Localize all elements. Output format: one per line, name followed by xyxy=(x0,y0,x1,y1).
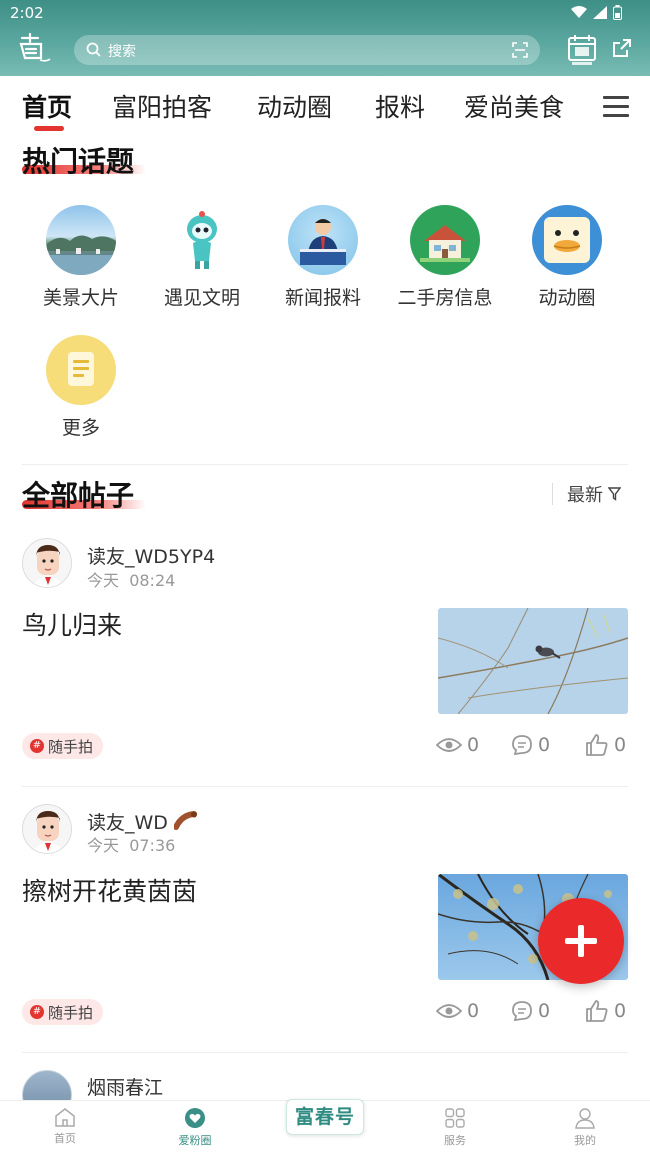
nav-home[interactable]: 首页 xyxy=(25,1107,105,1146)
heart-circle-icon xyxy=(185,1108,205,1128)
nav-home-label: 首页 xyxy=(54,1132,76,1145)
topic-item[interactable]: 新闻报料 xyxy=(263,205,383,310)
search-placeholder: 搜索 xyxy=(108,44,136,60)
topic-label: 美景大片 xyxy=(42,287,119,309)
create-post-button[interactable] xyxy=(538,898,624,984)
tab-fuyang-paike[interactable]: 富阳拍客 xyxy=(112,88,212,124)
nav-services[interactable]: 服务 xyxy=(415,1107,495,1148)
post-author[interactable]: 烟雨春江 xyxy=(87,1073,163,1100)
views-stat: 0 xyxy=(436,734,479,756)
active-tab-indicator xyxy=(34,126,64,131)
channel-tabs: 首页 富阳拍客 动动圈 报料 爱尚美食 xyxy=(0,82,650,132)
wifi-icon xyxy=(571,6,587,18)
news-reporter-icon xyxy=(288,205,358,275)
hot-topics-title: 热门话题 xyxy=(22,145,135,178)
battery-icon xyxy=(613,5,622,20)
hashtag-icon: # xyxy=(30,739,44,753)
post-tag-label: 随手拍 xyxy=(48,1003,94,1022)
all-posts-title: 全部帖子 xyxy=(22,479,135,512)
topic-label: 遇见文明 xyxy=(163,287,240,309)
likes-count: 0 xyxy=(614,734,627,756)
home-icon xyxy=(55,1108,75,1127)
nav-fans-circle[interactable]: 爱粉圈 xyxy=(155,1107,235,1148)
signal-icon xyxy=(593,6,607,19)
topic-label: 动动圈 xyxy=(538,287,596,309)
views-count: 0 xyxy=(467,1000,480,1022)
search-input[interactable]: 搜索 xyxy=(74,35,540,65)
topic-item[interactable]: 美景大片 xyxy=(21,205,141,310)
post-tag-label: 随手拍 xyxy=(48,737,94,756)
document-more-icon xyxy=(46,335,116,405)
post-time: 今天 07:36 xyxy=(87,836,176,855)
views-stat: 0 xyxy=(436,1000,479,1022)
house-icon xyxy=(410,205,480,275)
hashtag-icon: # xyxy=(30,1005,44,1019)
views-count: 0 xyxy=(467,734,480,756)
comments-stat[interactable]: 0 xyxy=(511,734,550,756)
landscape-photo-icon xyxy=(46,205,116,275)
post-image[interactable] xyxy=(438,608,628,714)
comments-count: 0 xyxy=(538,1000,551,1022)
post-time: 今天 08:24 xyxy=(87,571,176,590)
post-divider xyxy=(22,1052,628,1053)
menu-icon[interactable] xyxy=(603,96,629,118)
post-divider xyxy=(22,786,628,787)
nav-services-label: 服务 xyxy=(444,1134,466,1147)
topic-item[interactable]: 动动圈 xyxy=(507,205,627,310)
app-logo-icon[interactable] xyxy=(16,32,52,66)
post-tag[interactable]: # 随手拍 xyxy=(22,999,104,1025)
eye-icon xyxy=(436,738,462,752)
scan-icon[interactable] xyxy=(512,42,528,58)
post-title[interactable]: 擦树开花黄茵茵 xyxy=(22,872,197,908)
comments-count: 0 xyxy=(538,734,551,756)
post-author[interactable]: 读友_WD5YP4 xyxy=(87,542,215,569)
duck-face-icon xyxy=(532,205,602,275)
section-divider xyxy=(22,464,628,465)
status-bar: 2:02 xyxy=(0,0,650,26)
comment-icon xyxy=(512,735,532,756)
avatar[interactable] xyxy=(22,804,72,854)
caterpillar-emoji-icon xyxy=(172,811,197,830)
comments-stat[interactable]: 0 xyxy=(511,1000,550,1022)
topic-label: 二手房信息 xyxy=(397,287,493,309)
tab-food[interactable]: 爱尚美食 xyxy=(464,88,564,124)
topic-item[interactable]: 更多 xyxy=(21,335,141,440)
eye-icon xyxy=(436,1004,462,1018)
search-icon xyxy=(86,42,101,57)
topic-item[interactable]: 遇见文明 xyxy=(142,205,262,310)
likes-stat[interactable]: 0 xyxy=(585,733,626,757)
fuchunhao-button[interactable]: 富春号 xyxy=(286,1099,364,1135)
grid-icon xyxy=(445,1108,465,1128)
post-tag[interactable]: # 随手拍 xyxy=(22,733,104,759)
post-author[interactable]: 读友_WD xyxy=(87,808,198,835)
thumbs-up-icon xyxy=(586,734,608,756)
sort-button[interactable]: 最新 xyxy=(552,483,621,506)
tab-dongdongquan[interactable]: 动动圈 xyxy=(257,88,332,124)
status-icons xyxy=(571,5,622,20)
tab-baoliao[interactable]: 报料 xyxy=(375,88,425,124)
topic-label: 更多 xyxy=(61,417,100,439)
nav-profile[interactable]: 我的 xyxy=(545,1107,625,1148)
mascot-robot-icon xyxy=(167,205,237,275)
filter-icon xyxy=(608,487,621,501)
nav-fans-circle-label: 爱粉圈 xyxy=(178,1134,212,1147)
likes-count: 0 xyxy=(614,1000,627,1022)
nav-profile-label: 我的 xyxy=(574,1134,596,1147)
status-time: 2:02 xyxy=(10,4,44,22)
likes-stat[interactable]: 0 xyxy=(585,999,626,1023)
user-icon xyxy=(575,1108,595,1129)
share-icon[interactable] xyxy=(612,38,632,58)
sort-label: 最新 xyxy=(567,485,603,506)
thumbs-up-icon xyxy=(586,1000,608,1022)
post-title[interactable]: 鸟儿归来 xyxy=(22,606,122,642)
tab-home[interactable]: 首页 xyxy=(22,88,72,124)
bottom-nav: 首页 爱粉圈 富春号 服务 我的 xyxy=(0,1099,650,1155)
comment-icon xyxy=(512,1001,532,1022)
avatar[interactable] xyxy=(22,538,72,588)
topic-item[interactable]: 二手房信息 xyxy=(385,205,505,310)
app-header: 2:02 搜索 xyxy=(0,0,650,76)
topic-label: 新闻报料 xyxy=(284,287,361,309)
calendar-icon[interactable] xyxy=(566,32,598,66)
